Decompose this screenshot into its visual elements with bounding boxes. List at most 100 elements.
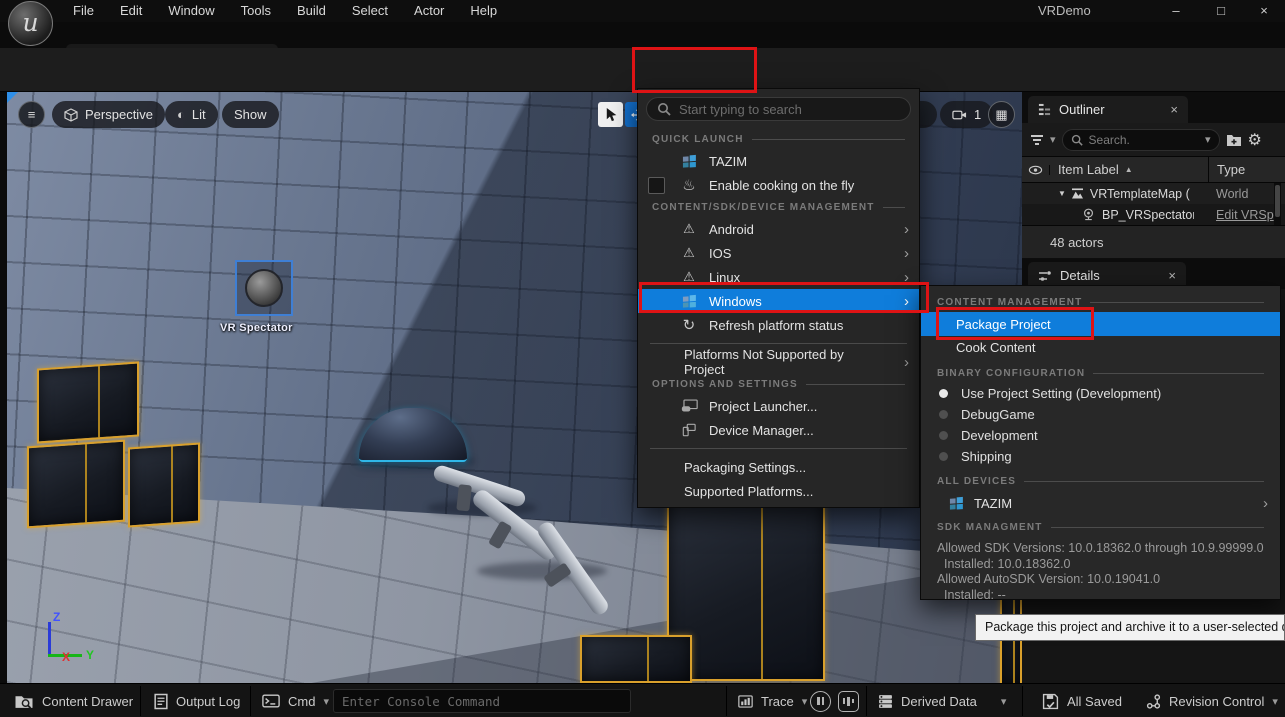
camera-speed-button[interactable]: 1 [940, 101, 993, 128]
viewport-options-button[interactable]: ≡ [18, 101, 45, 128]
chevron-right-icon: › [1263, 495, 1268, 512]
menu-item-tazim[interactable]: TAZIM [638, 149, 919, 173]
menu-actor[interactable]: Actor [401, 0, 457, 22]
hamburger-icon: ≡ [28, 107, 36, 122]
scene-cube[interactable] [580, 635, 692, 683]
insights-session-button[interactable] [810, 684, 831, 717]
outliner-search[interactable]: ▾ [1062, 129, 1220, 151]
section-all-devices: ALL DEVICES [921, 471, 1280, 491]
minimize-button[interactable]: – [1160, 0, 1192, 22]
chevron-right-icon: › [904, 246, 909, 261]
viewport-left-gutter [0, 92, 7, 683]
console-command-input[interactable] [342, 694, 622, 709]
vr-spectator-label: VR Spectator [220, 322, 293, 334]
checkbox[interactable] [648, 177, 665, 194]
perspective-cube-icon [64, 108, 78, 122]
sdk-info-line: Allowed AutoSDK Version: 10.0.19041.0 [937, 572, 1270, 588]
package-project-tooltip: Package this project and archive it to a… [975, 614, 1285, 641]
console-command-field[interactable] [333, 689, 631, 713]
show-label: Show [234, 107, 267, 122]
close-icon[interactable]: × [1168, 268, 1176, 283]
menu-item-label: Android [709, 222, 754, 237]
menu-window[interactable]: Window [155, 0, 227, 22]
radio-label: Development [961, 428, 1038, 443]
outliner-scrollbar[interactable] [1274, 183, 1281, 227]
menu-item-packaging-settings[interactable]: Packaging Settings... [638, 455, 919, 479]
outliner-settings-gear-icon[interactable]: ⚙ [1248, 130, 1262, 150]
perspective-dropdown[interactable]: Perspective [52, 101, 165, 128]
vr-spectator-actor[interactable] [235, 260, 293, 316]
menu-tools[interactable]: Tools [228, 0, 284, 22]
revision-control-dropdown[interactable]: Revision Control ▾ [1146, 684, 1278, 717]
menu-item-tazim-device[interactable]: TAZIM › [921, 491, 1280, 515]
select-tool-icon [605, 107, 617, 122]
content-drawer-button[interactable]: Content Drawer [14, 684, 133, 717]
annotation-rect-package-project [936, 307, 1094, 340]
maximize-button[interactable]: □ [1205, 0, 1237, 22]
menu-item-cook-fly[interactable]: ♨ Enable cooking on the fly [638, 173, 919, 197]
trace-dropdown[interactable]: Trace ▾ [738, 684, 807, 717]
filter-icon[interactable] [1030, 134, 1044, 146]
edit-vrs-link[interactable]: Edit VRSp [1216, 208, 1278, 222]
show-dropdown[interactable]: Show [222, 101, 279, 128]
unreal-logo-icon[interactable]: u [8, 1, 53, 46]
tab-outliner[interactable]: Outliner × [1028, 96, 1188, 123]
radio-development[interactable]: Development [921, 425, 1280, 446]
search-icon [1071, 134, 1083, 146]
menu-item-refresh[interactable]: ↺ Refresh platform status [638, 313, 919, 337]
chevron-down-icon[interactable]: ▾ [1205, 133, 1211, 146]
scene-cube[interactable] [128, 442, 200, 527]
select-tool-button[interactable] [598, 102, 623, 127]
platforms-search[interactable] [646, 97, 911, 121]
outliner-search-input[interactable] [1089, 133, 1181, 147]
output-log-button[interactable]: Output Log [154, 684, 240, 717]
section-content-sdk: CONTENT/SDK/DEVICE MANAGEMENT [638, 197, 919, 217]
viewport-layout-button[interactable]: ▦ [988, 101, 1015, 128]
close-icon: × [1260, 3, 1268, 18]
windows-logo-icon [949, 496, 964, 511]
menu-file[interactable]: File [60, 0, 107, 22]
menu-help[interactable]: Help [457, 0, 510, 22]
close-icon[interactable]: × [1170, 102, 1178, 117]
menu-item-ios[interactable]: ⚠ IOS › [638, 241, 919, 265]
outliner-row-world[interactable]: ▼ VRTemplateMap (E World [1022, 183, 1285, 204]
add-folder-icon[interactable] [1226, 133, 1242, 147]
scene-cube[interactable] [37, 361, 139, 443]
outliner-row-spectator[interactable]: BP_VRSpectator Edit VRSp [1022, 204, 1285, 225]
radio-use-project-setting[interactable]: Use Project Setting (Development) [921, 383, 1280, 404]
radio-debuggame[interactable]: DebugGame [921, 404, 1280, 425]
insights-snapshot-button[interactable] [838, 684, 859, 717]
save-status-icon [1042, 693, 1059, 710]
statusbar-divider [866, 686, 867, 716]
derived-data-dropdown[interactable]: Derived Data ▾ [878, 684, 1006, 717]
cmd-icon [262, 694, 280, 708]
scrollbar-thumb[interactable] [1275, 185, 1280, 217]
radio-shipping[interactable]: Shipping [921, 446, 1280, 467]
menu-item-device-manager[interactable]: Device Manager... [638, 418, 919, 442]
chevron-down-icon[interactable]: ▾ [1050, 133, 1056, 146]
menu-item-label: Project Launcher... [709, 399, 817, 414]
column-item-label[interactable]: Item Label [1058, 162, 1119, 177]
all-saved-button[interactable]: All Saved [1042, 684, 1122, 717]
cmd-dropdown[interactable]: Cmd ▾ [262, 684, 329, 717]
menu-build[interactable]: Build [284, 0, 339, 22]
menu-item-not-supported[interactable]: Platforms Not Supported by Project › [638, 350, 919, 374]
platforms-search-input[interactable] [679, 102, 879, 117]
scene-cube[interactable] [27, 440, 125, 529]
chevron-down-icon: ▾ [802, 695, 808, 708]
menu-edit[interactable]: Edit [107, 0, 155, 22]
close-button[interactable]: × [1248, 0, 1280, 22]
visibility-column[interactable] [1022, 165, 1050, 175]
menu-select[interactable]: Select [339, 0, 401, 22]
column-type[interactable]: Type [1208, 157, 1285, 182]
expand-icon[interactable]: ▼ [1058, 189, 1066, 198]
lit-dropdown[interactable]: ◐ Lit [165, 101, 218, 128]
cmd-label: Cmd [288, 694, 315, 709]
radio-icon [939, 410, 948, 419]
menu-item-supported-platforms[interactable]: Supported Platforms... [638, 479, 919, 503]
menu-item-project-launcher[interactable]: Project Launcher... [638, 394, 919, 418]
menu-item-android[interactable]: ⚠ Android › [638, 217, 919, 241]
level-tab-bar: VRTemplateMap [0, 22, 1285, 48]
row-type: World [1216, 187, 1248, 201]
maximize-icon: □ [1217, 3, 1225, 18]
